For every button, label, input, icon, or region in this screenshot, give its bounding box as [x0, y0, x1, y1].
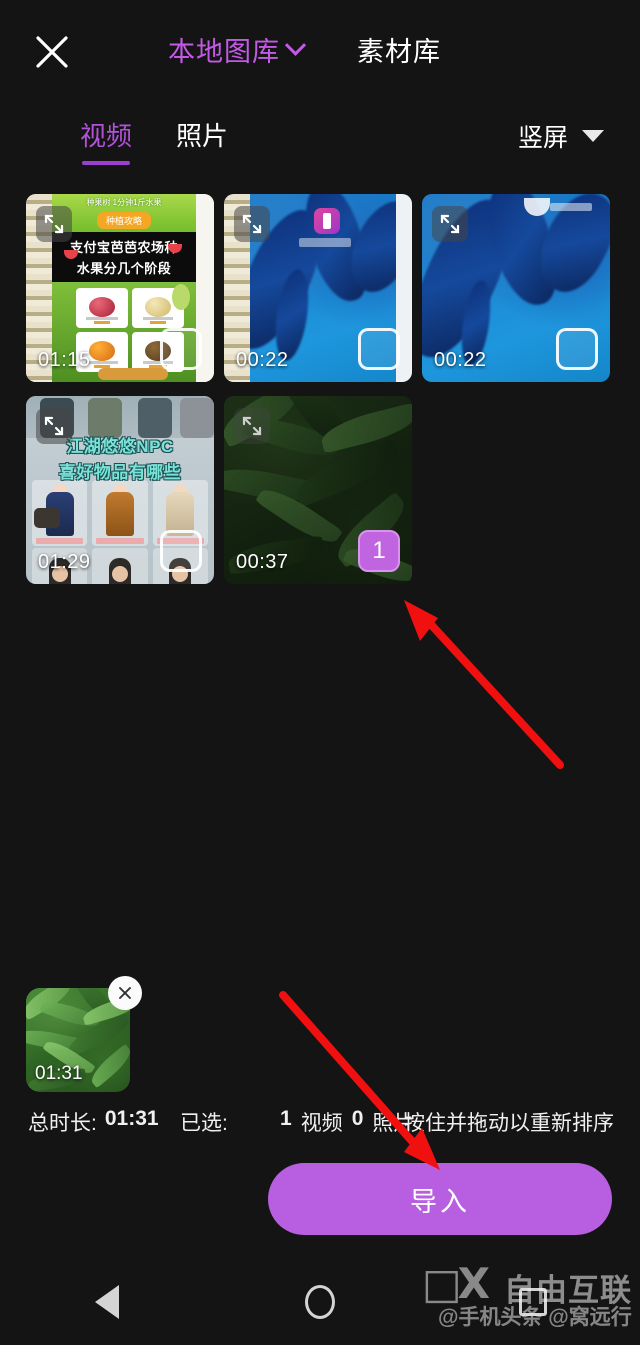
select-checkbox[interactable] [160, 530, 202, 572]
melon-decor-icon [168, 244, 182, 253]
media-item-selected[interactable]: 00:37 1 [224, 396, 412, 584]
fruit-card [76, 288, 128, 328]
photo-count: 0 [351, 1107, 364, 1130]
expand-icon[interactable] [432, 206, 468, 242]
fruit-label [132, 316, 184, 324]
tab-photo[interactable]: 照片 [176, 116, 228, 165]
fruit-label [76, 316, 128, 324]
duration-label: 01:29 [38, 551, 91, 573]
arrow-to-selected-thumb [404, 600, 564, 769]
total-duration-value: 01:31 [104, 1107, 159, 1130]
character-card [92, 480, 148, 546]
game-title-line1: 江湖悠悠NPC [66, 437, 174, 456]
select-checkbox[interactable] [358, 328, 400, 370]
farm-title-line2: 水果分几个阶段 [76, 261, 172, 276]
expand-icon[interactable] [36, 206, 72, 242]
top-bar: 本地图库 素材库 [0, 0, 640, 104]
tab-photo-label: 照片 [176, 121, 229, 151]
media-item[interactable]: 江湖悠悠NPC 喜好物品有哪些 01:29 [26, 396, 214, 584]
android-nav-bar [0, 1259, 640, 1345]
farm-banner-top-text: 种果树 1分钟1斤水果 [86, 198, 162, 207]
tab-local-gallery-label: 本地图库 [168, 37, 280, 67]
tab-video-label: 视频 [80, 121, 133, 151]
expand-icon[interactable] [234, 408, 270, 444]
select-checkbox[interactable] [160, 328, 202, 370]
fruit-image [89, 341, 115, 361]
selected-duration-label: 01:31 [35, 1063, 83, 1084]
app-label-decor [299, 238, 352, 247]
select-checkbox[interactable] [556, 328, 598, 370]
bottom-character-card [92, 548, 148, 584]
app-icon-decor [314, 208, 341, 234]
video-count: 1 [280, 1107, 292, 1130]
reorder-hint: 按住并拖动以重新排序 [404, 1112, 614, 1135]
selected-media-strip: 01:31 [26, 976, 142, 1092]
chevron-down-icon [284, 34, 307, 56]
farm-banner-chip: 种植攻略 [96, 212, 152, 229]
duration-label: 01:15 [38, 349, 91, 371]
tab-local-gallery[interactable]: 本地图库 [168, 30, 307, 69]
gallery-source-tabs: 本地图库 素材库 [168, 30, 441, 69]
tab-stock-library-label: 素材库 [357, 37, 441, 67]
selected-counts: 1 视频 0 照片 [280, 1107, 414, 1137]
pear-decor-icon [172, 284, 190, 310]
media-item[interactable]: 种果树 1分钟1斤水果 种植攻略 支付宝芭芭农场种 水果分几个阶段 01:15 [26, 194, 214, 382]
fruit-image [89, 297, 115, 317]
character-price [96, 538, 144, 544]
media-item[interactable]: 00:22 [422, 194, 610, 382]
selection-order-badge[interactable]: 1 [358, 530, 400, 572]
expand-icon[interactable] [234, 206, 270, 242]
selected-label: 已选: [180, 1112, 228, 1135]
fruit-image [145, 297, 171, 317]
duration-label: 00:37 [236, 551, 289, 573]
weather-label-decor [549, 203, 592, 211]
game-title-line2: 喜好物品有哪些 [58, 463, 182, 482]
farm-banner: 种果树 1分钟1斤水果 种植攻略 [52, 194, 196, 232]
duration-label: 00:22 [434, 349, 487, 371]
arrow-to-import-button [279, 991, 440, 1170]
close-icon[interactable] [30, 30, 74, 74]
video-unit: 视频 [300, 1112, 343, 1135]
selected-label-group: 已选: [180, 1107, 228, 1137]
character-price [36, 538, 84, 544]
tab-video[interactable]: 视频 [80, 116, 132, 165]
character-body [105, 492, 134, 536]
farm-title-line1: 支付宝芭芭农场种 [69, 240, 178, 255]
orientation-filter-label: 竖屏 [517, 124, 568, 152]
duration-label: 00:22 [236, 349, 289, 371]
import-button[interactable]: 导入 [268, 1163, 612, 1235]
remove-selected-icon[interactable] [108, 976, 142, 1010]
media-type-bar: 视频 照片 竖屏 [0, 104, 640, 176]
bottom-character-face [111, 566, 128, 582]
back-triangle-icon[interactable] [57, 1277, 157, 1327]
recents-square-icon[interactable] [483, 1277, 583, 1327]
media-type-tabs: 视频 照片 [80, 116, 228, 165]
farm-title-overlay: 支付宝芭芭农场种 水果分几个阶段 [52, 232, 196, 282]
media-item[interactable]: 00:22 [224, 194, 412, 382]
expand-icon[interactable] [36, 408, 72, 444]
caret-down-icon [582, 130, 604, 142]
media-grid: 种果树 1分钟1斤水果 种植攻略 支付宝芭芭农场种 水果分几个阶段 01:15 … [26, 194, 622, 584]
orientation-filter[interactable]: 竖屏 [518, 118, 604, 154]
chat-bubble-decor [34, 508, 60, 528]
status-row: 总时长: 01:31 已选: 1 视频 0 照片 按住并拖动以重新排序 [0, 1105, 640, 1139]
basket-decor-icon [98, 368, 168, 380]
total-duration-label: 总时长: [28, 1112, 97, 1135]
total-duration: 总时长: 01:31 [28, 1107, 159, 1137]
home-circle-icon[interactable] [270, 1277, 370, 1327]
tab-stock-library[interactable]: 素材库 [357, 30, 441, 69]
